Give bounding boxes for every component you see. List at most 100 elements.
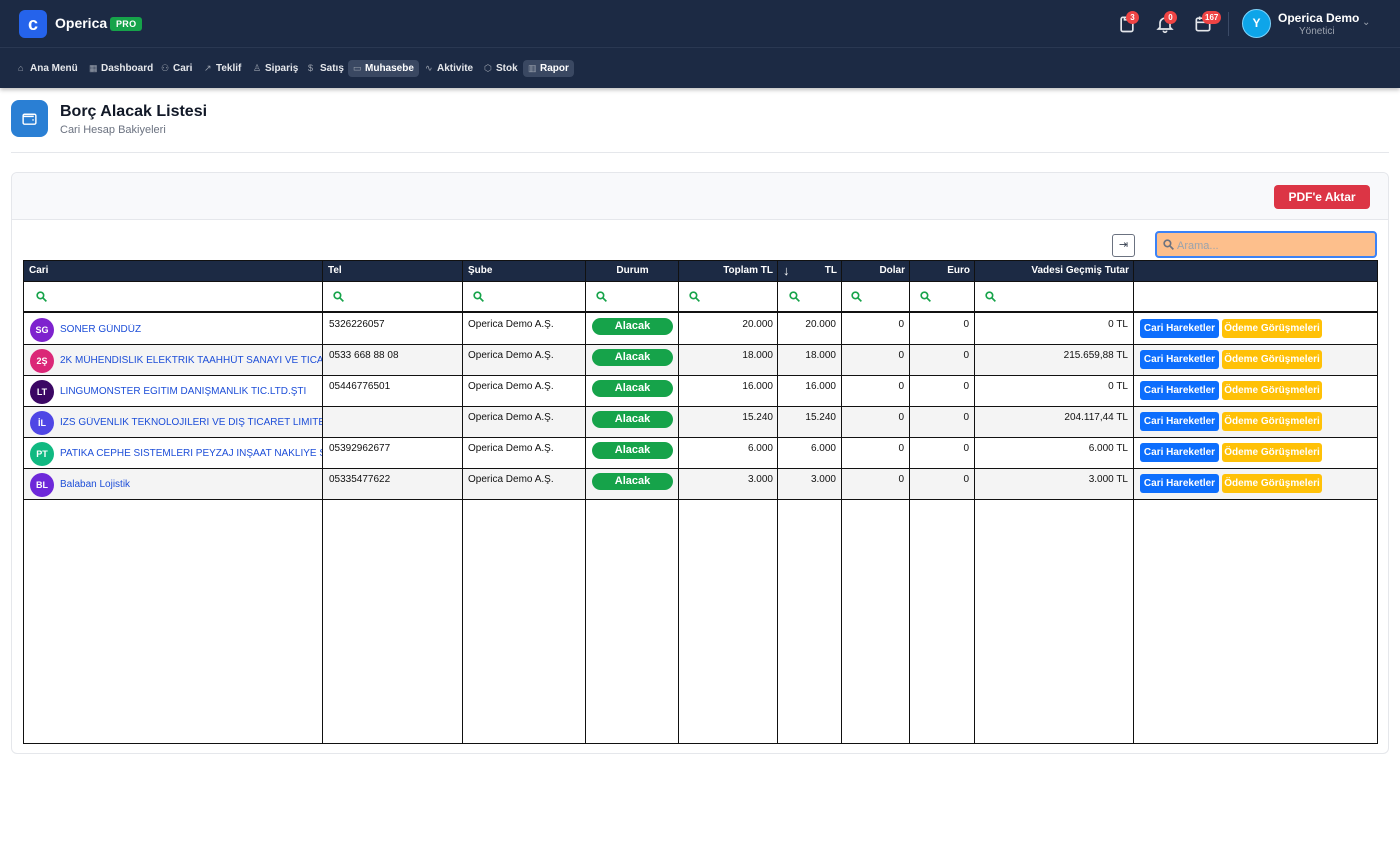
cari-avatar: BL (30, 473, 54, 497)
cari-movements-button[interactable]: Cari Hareketler (1140, 443, 1219, 462)
sort-down-icon[interactable]: ↓ (778, 261, 801, 281)
nav-item-siparis[interactable]: ♙ Sipariş (248, 60, 303, 77)
column-divider (462, 261, 463, 743)
nav-item-teklif[interactable]: ↗ Teklif (199, 60, 246, 77)
filter-search-icon[interactable] (850, 290, 863, 303)
nav-item-stok[interactable]: ⬡ Stok (479, 60, 523, 77)
trend-icon: ↗ (204, 63, 212, 73)
eur-cell: 0 (963, 474, 969, 485)
main-nav: ⌂ Ana Menü ▦ Dashboard ⚇ Cari ↗ Teklif ♙ Sipa… (0, 48, 1400, 88)
clipboard-icon[interactable]: 3 (1117, 11, 1139, 36)
calendar-count-badge: 167 (1202, 11, 1222, 24)
cari-name-link[interactable]: Balaban Lojistik (60, 479, 322, 490)
total-tl-cell: 6.000 (747, 443, 773, 454)
nav-label: Stok (496, 63, 518, 74)
status-badge: Alacak (592, 380, 673, 397)
cari-name-link[interactable]: PATİKA CEPHE SİSTEMLERİ PEYZAJ İNŞAAT NA… (60, 448, 322, 459)
table-row: BL Balaban Lojistik 05335477622 Operica Dem… (24, 469, 1377, 500)
col-sube[interactable]: Şube (463, 261, 586, 281)
filter-search-icon[interactable] (332, 290, 345, 303)
filter-search-icon[interactable] (595, 290, 608, 303)
status-badge: Alacak (592, 318, 673, 335)
eur-cell: 0 (963, 319, 969, 330)
nav-item-muhasebe[interactable]: ▭ Muhasebe (348, 60, 419, 77)
brand-name[interactable]: Operica (55, 15, 107, 31)
payment-meetings-button[interactable]: Ödeme Görüşmeleri (1222, 381, 1322, 400)
payment-meetings-button[interactable]: Ödeme Görüşmeleri (1222, 319, 1322, 338)
overdue-cell: 0 TL (1108, 381, 1128, 392)
pdf-export-button[interactable]: PDF'e Aktar (1274, 185, 1370, 209)
cari-movements-button[interactable]: Cari Hareketler (1140, 319, 1219, 338)
col-cari[interactable]: Cari (24, 261, 322, 281)
card-icon: ▭ (353, 63, 362, 73)
column-divider (841, 261, 842, 743)
cari-name-link[interactable]: 2K MÜHENDİSLİK ELEKTRİK TAAHHÜT SANAYİ V… (60, 355, 322, 366)
col-tel[interactable]: Tel (323, 261, 463, 281)
top-header: c Operica PRO 3 0 167 Y Operica Demo Yön… (0, 0, 1400, 48)
usd-cell: 0 (898, 443, 904, 454)
tl-cell: 3.000 (810, 474, 836, 485)
cari-avatar: SG (30, 318, 54, 342)
eur-cell: 0 (963, 412, 969, 423)
status-badge: Alacak (592, 473, 673, 490)
col-vadesi-gecmis[interactable]: Vadesi Geçmiş Tutar (975, 261, 1134, 281)
nav-label: Aktivite (437, 63, 474, 74)
status-badge: Alacak (592, 442, 673, 459)
table-header: Cari Tel Şube Durum Toplam TL ↓ TL Dolar… (24, 261, 1377, 281)
tel-cell: 05392962677 (329, 443, 391, 454)
nav-item-cari[interactable]: ⚇ Cari (156, 60, 197, 77)
filter-search-icon[interactable] (35, 290, 48, 303)
tl-cell: 18.000 (805, 350, 836, 361)
column-divider (909, 261, 910, 743)
filter-search-icon[interactable] (984, 290, 997, 303)
nav-item-rapor[interactable]: ▥ Rapor (523, 60, 574, 77)
cari-movements-button[interactable]: Cari Hareketler (1140, 381, 1219, 400)
col-durum[interactable]: Durum (586, 261, 679, 281)
filter-row (24, 281, 1377, 313)
search-input[interactable] (1177, 236, 1373, 255)
usd-cell: 0 (898, 474, 904, 485)
col-dolar[interactable]: Dolar (842, 261, 910, 281)
branch-cell: Operica Demo A.Ş. (468, 319, 554, 330)
logo[interactable]: c (19, 10, 47, 38)
calendar-icon[interactable]: 167 (1193, 11, 1222, 36)
nav-label: Satış (320, 63, 344, 74)
total-tl-cell: 15.240 (742, 412, 773, 423)
filter-search-icon[interactable] (688, 290, 701, 303)
nav-item-dashboard[interactable]: ▦ Dashboard (84, 60, 158, 77)
column-divider (322, 261, 323, 743)
payment-meetings-button[interactable]: Ödeme Görüşmeleri (1222, 443, 1322, 462)
nav-item-satis[interactable]: $ Satış (303, 60, 349, 77)
nav-item-aktivite[interactable]: ∿ Aktivite (420, 60, 478, 77)
user-role: Yönetici (1299, 26, 1335, 37)
filter-search-icon[interactable] (472, 290, 485, 303)
user-avatar[interactable]: Y (1242, 9, 1271, 38)
nav-label: Ana Menü (30, 63, 78, 74)
column-divider (585, 261, 586, 743)
cari-name-link[interactable]: LİNGUMONSTER EĞİTİM DANIŞMANLIK TİC.LTD.… (60, 386, 322, 397)
cari-name-link[interactable]: SONER GÜNDÜZ (60, 324, 322, 335)
filter-search-icon[interactable] (788, 290, 801, 303)
cari-movements-button[interactable]: Cari Hareketler (1140, 412, 1219, 431)
export-icon[interactable]: ⇥ (1112, 234, 1135, 257)
chevron-down-icon[interactable]: ⌄ (1362, 17, 1370, 28)
column-divider (678, 261, 679, 743)
table-row: LT LİNGUMONSTER EĞİTİM DANIŞMANLIK TİC.LT… (24, 376, 1377, 407)
payment-meetings-button[interactable]: Ödeme Görüşmeleri (1222, 412, 1322, 431)
user-name[interactable]: Operica Demo (1278, 11, 1359, 25)
cari-movements-button[interactable]: Cari Hareketler (1140, 474, 1219, 493)
search-box[interactable] (1155, 231, 1377, 258)
cari-movements-button[interactable]: Cari Hareketler (1140, 350, 1219, 369)
col-euro[interactable]: Euro (910, 261, 975, 281)
cari-name-link[interactable]: İZS GÜVENLİK TEKNOLOJİLERİ VE DIŞ TİCARE… (60, 417, 322, 428)
payment-meetings-button[interactable]: Ödeme Görüşmeleri (1222, 474, 1322, 493)
status-badge: Alacak (592, 349, 673, 366)
tel-cell: 05335477622 (329, 474, 391, 485)
users-icon: ⚇ (161, 63, 170, 73)
col-tl[interactable]: TL (801, 261, 842, 281)
payment-meetings-button[interactable]: Ödeme Görüşmeleri (1222, 350, 1322, 369)
bell-icon[interactable]: 0 (1155, 11, 1177, 36)
col-toplam-tl[interactable]: Toplam TL (679, 261, 778, 281)
nav-item-ana-menu[interactable]: ⌂ Ana Menü (13, 60, 83, 77)
filter-search-icon[interactable] (919, 290, 932, 303)
